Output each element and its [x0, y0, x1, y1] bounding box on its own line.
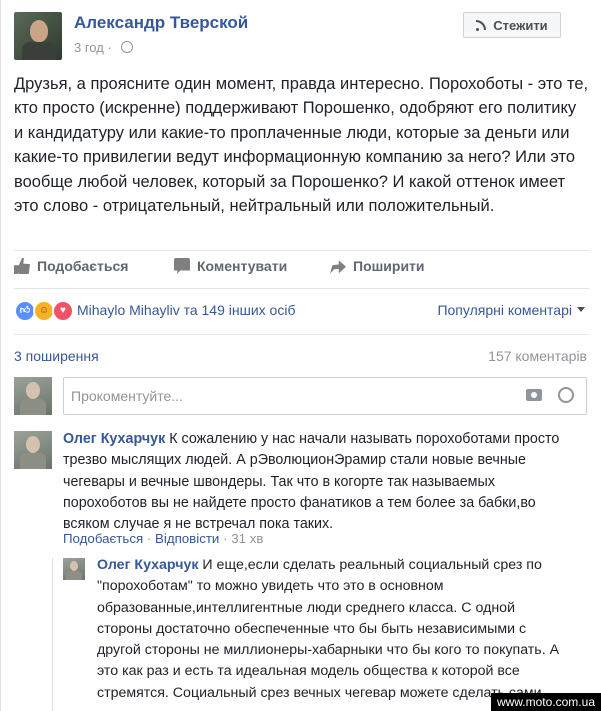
globe-icon[interactable] [121, 41, 134, 53]
author-avatar[interactable] [14, 12, 62, 60]
reactors-link[interactable]: Mihaylo Mihayliv та 149 інших осіб [77, 302, 295, 318]
post-meta: 3 год · [74, 40, 134, 55]
reply-author[interactable]: Олег Кухарчук [97, 557, 198, 573]
share-icon [330, 260, 346, 274]
watermark: www.moto.com.ua [490, 693, 601, 711]
viewer-avatar [14, 377, 52, 415]
divider [14, 288, 589, 289]
comment-like-link[interactable]: Подобається [63, 531, 143, 546]
post-card: Александр Тверской 3 год · Стежити Друзь… [0, 0, 601, 711]
post-text: Друзья, а проясните один момент, правда … [14, 75, 589, 216]
follow-button-label: Стежити [493, 17, 548, 33]
comment-icon [174, 258, 190, 274]
post-actions: Подобається Коментувати Поширити [14, 258, 589, 280]
share-button[interactable]: Поширити [330, 258, 425, 274]
comment-input-placeholder: Прокоментуйте... [71, 388, 183, 404]
comment-label: Коментувати [197, 258, 288, 274]
comment-actions: Подобається · Відповісти · 31 хв [63, 531, 264, 546]
comment-timestamp[interactable]: 31 хв [231, 531, 263, 546]
like-button[interactable]: Подобається [14, 258, 128, 274]
post-timestamp[interactable]: 3 год [74, 40, 104, 55]
reply-text: И еще,если сделать реальный социальный с… [97, 557, 560, 701]
camera-icon[interactable] [526, 389, 542, 401]
thumbs-up-icon [14, 258, 30, 274]
reply-thread-line [52, 558, 53, 711]
rss-icon [476, 19, 487, 31]
comment-button[interactable]: Коментувати [174, 258, 287, 274]
comment-reply-link[interactable]: Відповісти [155, 531, 219, 546]
reactions-row: 👍︎ ☺︎ ♥ Mihaylo Mihayliv та 149 інших ос… [14, 300, 589, 322]
divider [14, 250, 589, 251]
post-author-name[interactable]: Александр Тверской [74, 13, 248, 33]
comment-author[interactable]: Олег Кухарчук [63, 431, 165, 447]
reply-author-avatar[interactable] [63, 558, 85, 580]
shares-link[interactable]: 3 поширення [14, 348, 99, 364]
love-reaction-icon[interactable]: ♥ [52, 300, 74, 322]
like-label: Подобається [37, 258, 129, 274]
follow-button[interactable]: Стежити [463, 12, 561, 38]
comment-sort-dropdown[interactable]: Популярні коментарі [437, 302, 585, 318]
comment-body: Олег Кухарчук К сожалению у нас начали н… [63, 429, 577, 535]
comment-input[interactable]: Прокоментуйте... [63, 377, 587, 415]
emoji-icon[interactable] [558, 387, 574, 403]
chevron-down-icon [577, 307, 585, 312]
divider [14, 334, 589, 335]
comment-sort-label: Популярні коментарі [437, 302, 572, 318]
reply-body: Олег Кухарчук И еще,если сделать реальны… [97, 555, 567, 704]
comments-count: 157 коментарів [488, 348, 587, 364]
share-label: Поширити [353, 258, 425, 274]
commenter-avatar[interactable] [14, 431, 52, 469]
